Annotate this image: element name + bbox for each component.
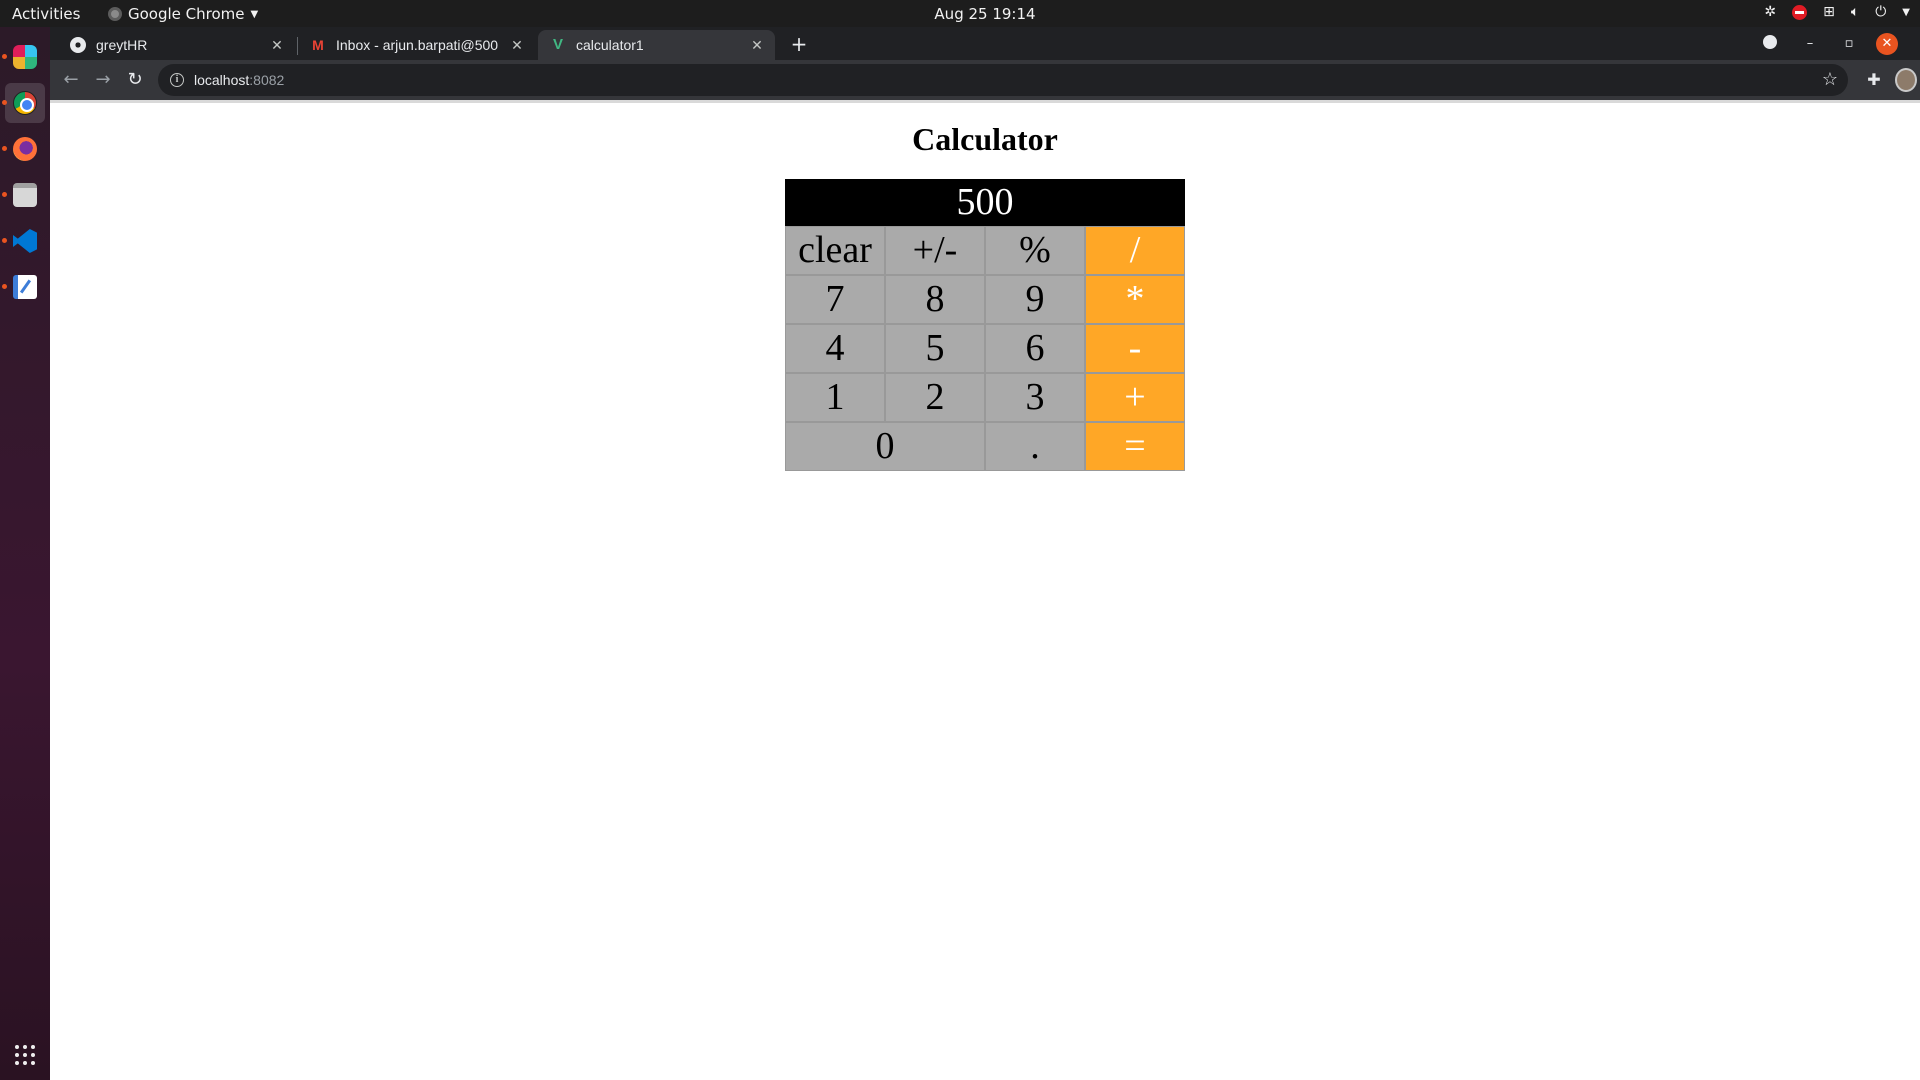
close-window-button[interactable]: ✕ [1876, 33, 1898, 55]
caret-down-icon: ▼ [250, 8, 259, 20]
digit-9-button[interactable]: 9 [985, 275, 1085, 324]
reload-button[interactable]: ↻ [124, 69, 146, 91]
multiply-button[interactable]: * [1085, 275, 1185, 324]
power-icon[interactable]: ⏻ [1875, 4, 1886, 20]
dock-vscode[interactable] [2, 221, 45, 261]
tab-title: calculator1 [576, 37, 644, 53]
page-title: Calculator [912, 121, 1058, 157]
tab-search-button[interactable] [1760, 33, 1780, 55]
running-indicator [2, 54, 7, 59]
clock[interactable]: Aug 25 19:14 [934, 5, 1035, 23]
chrome-icon [13, 91, 37, 115]
digit-8-button[interactable]: 8 [885, 275, 985, 324]
url-port: :8082 [249, 72, 285, 88]
url-host: localhost [194, 72, 250, 88]
digit-1-button[interactable]: 1 [785, 373, 885, 422]
sign-toggle-button[interactable]: +/- [885, 226, 985, 275]
chrome-app-icon [108, 7, 122, 21]
settings-indicator-icon[interactable]: ✲ [1764, 4, 1776, 20]
files-icon [13, 183, 37, 207]
tab-close-icon[interactable]: ✕ [749, 37, 765, 54]
tab-calculator1[interactable]: V calculator1 ✕ [538, 30, 775, 60]
slack-icon [13, 45, 37, 69]
tab-close-icon[interactable]: ✕ [269, 37, 285, 54]
calculator-keypad: clear +/- % / 7 8 9 * 4 5 6 - 1 2 3 + 0 … [785, 226, 1185, 471]
divide-button[interactable]: / [1085, 226, 1185, 275]
chrome-window: greytHR ✕ M Inbox - arjun.barpati@500 ✕ … [50, 27, 1920, 1080]
digit-6-button[interactable]: 6 [985, 324, 1085, 373]
running-indicator [2, 146, 7, 151]
digit-7-button[interactable]: 7 [785, 275, 885, 324]
running-indicator [2, 284, 7, 289]
digit-0-button[interactable]: 0 [785, 422, 985, 471]
tab-greythr[interactable]: greytHR ✕ [58, 30, 295, 60]
dock-chrome[interactable] [2, 83, 45, 123]
text-editor-icon [13, 275, 37, 299]
forward-button[interactable]: → [92, 69, 114, 91]
vscode-icon [13, 229, 37, 253]
tab-strip: greytHR ✕ M Inbox - arjun.barpati@500 ✕ … [50, 27, 1920, 60]
activities-button[interactable]: Activities [12, 5, 80, 23]
clear-button[interactable]: clear [785, 226, 885, 275]
tab-title: Inbox - arjun.barpati@500 [336, 37, 499, 53]
decimal-point-button[interactable]: . [985, 422, 1085, 471]
subtract-button[interactable]: - [1085, 324, 1185, 373]
dock-text-editor[interactable] [2, 267, 45, 307]
dock-slack[interactable] [2, 37, 45, 77]
system-tray[interactable]: ✲ ⊞ 🔈︎ ⏻ ▼ [1764, 4, 1910, 20]
calculator: 500 clear +/- % / 7 8 9 * 4 5 6 - 1 2 3 … [785, 179, 1185, 471]
site-info-icon[interactable]: i [170, 73, 184, 87]
back-button[interactable]: ← [60, 69, 82, 91]
calculator-display: 500 [785, 179, 1185, 226]
globe-icon [70, 37, 86, 53]
volume-icon[interactable]: 🔈︎ [1851, 4, 1859, 20]
tab-title: greytHR [96, 37, 148, 53]
digit-4-button[interactable]: 4 [785, 324, 885, 373]
add-button[interactable]: + [1085, 373, 1185, 422]
vue-icon: V [552, 36, 563, 53]
browser-toolbar: ← → ↻ i localhost:8082 ☆ ✚ ⋮ [50, 60, 1920, 100]
app-menu-label: Google Chrome [128, 5, 245, 23]
network-icon[interactable]: ⊞ [1823, 4, 1835, 20]
address-bar[interactable]: i localhost:8082 ☆ [158, 64, 1848, 96]
equals-button[interactable]: = [1085, 422, 1185, 471]
tab-inbox[interactable]: M Inbox - arjun.barpati@500 ✕ [298, 30, 535, 60]
digit-2-button[interactable]: 2 [885, 373, 985, 422]
show-applications-icon[interactable] [15, 1045, 35, 1065]
gmail-icon: M [312, 37, 324, 53]
chevron-down-icon [1763, 35, 1777, 49]
firefox-icon [13, 137, 37, 161]
dock-firefox[interactable] [2, 129, 45, 169]
app-menu[interactable]: Google Chrome ▼ [108, 5, 258, 23]
profile-avatar[interactable] [1895, 68, 1917, 92]
tray-chevron-down-icon[interactable]: ▼ [1902, 7, 1910, 18]
running-indicator [2, 238, 7, 243]
digit-3-button[interactable]: 3 [985, 373, 1085, 422]
running-indicator [2, 100, 7, 105]
dock-files[interactable] [2, 175, 45, 215]
tab-close-icon[interactable]: ✕ [509, 37, 525, 54]
minimize-button[interactable]: – [1800, 33, 1820, 55]
system-top-bar: Activities Google Chrome ▼ Aug 25 19:14 … [0, 0, 1920, 27]
bookmark-star-icon[interactable]: ☆ [1822, 69, 1838, 90]
running-indicator [2, 192, 7, 197]
page-viewport: Calculator 500 clear +/- % / 7 8 9 * 4 5… [50, 100, 1920, 1080]
new-tab-button[interactable]: + [788, 33, 810, 55]
extensions-puzzle-icon[interactable]: ✚ [1864, 68, 1884, 92]
digit-5-button[interactable]: 5 [885, 324, 985, 373]
percent-button[interactable]: % [985, 226, 1085, 275]
ubuntu-dock [0, 27, 50, 1080]
do-not-disturb-icon[interactable] [1792, 4, 1808, 20]
maximize-button[interactable]: ▫ [1839, 33, 1859, 55]
